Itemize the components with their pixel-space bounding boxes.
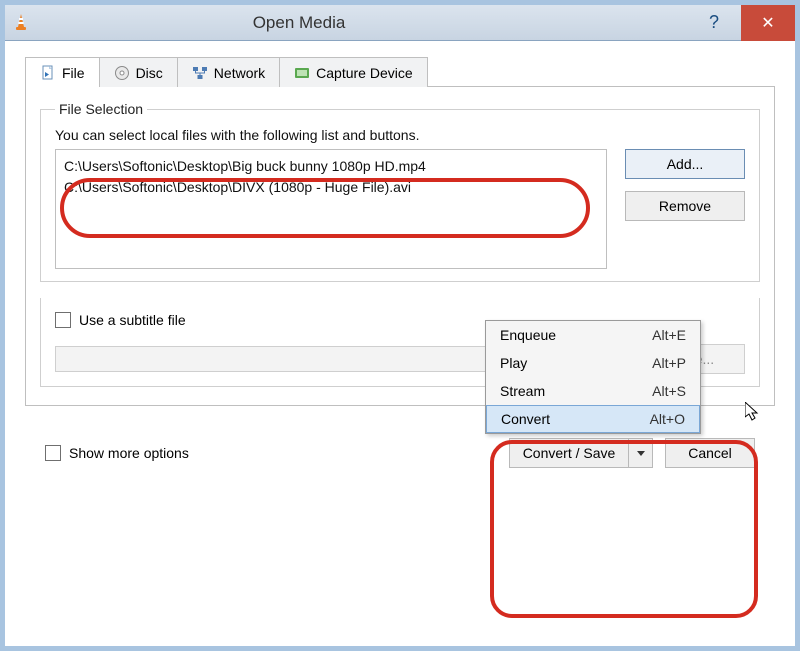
menu-item-convert[interactable]: Convert Alt+O xyxy=(486,405,700,433)
convert-save-button[interactable]: Convert / Save xyxy=(509,438,629,468)
cancel-button[interactable]: Cancel xyxy=(665,438,755,468)
chevron-down-icon xyxy=(637,451,645,456)
close-button[interactable]: ✕ xyxy=(741,5,795,41)
tab-network[interactable]: Network xyxy=(177,57,280,87)
split-button-arrow[interactable] xyxy=(629,438,653,468)
tab-label: Disc xyxy=(136,65,163,81)
group-file-selection: File Selection You can select local file… xyxy=(40,101,760,282)
tabstrip: File Disc Network Capture Device xyxy=(25,57,775,87)
tab-disc[interactable]: Disc xyxy=(99,57,178,87)
file-list-item[interactable]: C:\Users\Softonic\Desktop\Big buck bunny… xyxy=(64,156,598,177)
checkbox-label: Show more options xyxy=(69,445,189,461)
checkbox-icon xyxy=(55,312,71,328)
menu-item-label: Enqueue xyxy=(500,327,556,343)
menu-item-label: Convert xyxy=(501,411,550,427)
dialog-body: File Disc Network Capture Device xyxy=(5,41,795,646)
checkbox-icon xyxy=(45,445,61,461)
menu-item-stream[interactable]: Stream Alt+S xyxy=(486,377,700,405)
tab-label: File xyxy=(62,65,85,81)
checkbox-label: Use a subtitle file xyxy=(79,312,186,328)
menu-item-shortcut: Alt+E xyxy=(652,327,686,343)
network-icon xyxy=(192,65,208,81)
show-more-options-checkbox[interactable]: Show more options xyxy=(45,445,189,461)
convert-save-menu: Enqueue Alt+E Play Alt+P Stream Alt+S Co… xyxy=(485,320,701,434)
add-button[interactable]: Add... xyxy=(625,149,745,179)
menu-item-shortcut: Alt+P xyxy=(652,355,686,371)
convert-save-split-button[interactable]: Convert / Save xyxy=(509,438,653,468)
menu-item-enqueue[interactable]: Enqueue Alt+E xyxy=(486,321,700,349)
tab-file[interactable]: File xyxy=(25,57,100,87)
capture-icon xyxy=(294,65,310,81)
tab-capture-device[interactable]: Capture Device xyxy=(279,57,428,87)
menu-item-shortcut: Alt+O xyxy=(650,411,685,427)
menu-item-label: Play xyxy=(500,355,527,371)
menu-item-play[interactable]: Play Alt+P xyxy=(486,349,700,377)
action-buttons: Enqueue Alt+E Play Alt+P Stream Alt+S Co… xyxy=(509,438,755,468)
file-selection-instruction: You can select local files with the foll… xyxy=(55,127,745,143)
menu-item-label: Stream xyxy=(500,383,545,399)
file-list[interactable]: C:\Users\Softonic\Desktop\Big buck bunny… xyxy=(55,149,607,269)
dialog-bottom-row: Show more options Enqueue Alt+E Play Alt… xyxy=(25,438,775,468)
open-media-dialog: Open Media ? ✕ File Disc Net xyxy=(0,0,800,651)
dialog-title: Open Media xyxy=(0,13,687,33)
group-legend: File Selection xyxy=(55,101,147,117)
help-button[interactable]: ? xyxy=(687,5,741,41)
file-list-item[interactable]: C:\Users\Softonic\Desktop\DIVX (1080p - … xyxy=(64,177,598,198)
menu-item-shortcut: Alt+S xyxy=(652,383,686,399)
remove-button[interactable]: Remove xyxy=(625,191,745,221)
disc-icon xyxy=(114,65,130,81)
titlebar: Open Media ? ✕ xyxy=(5,5,795,41)
tab-label: Network xyxy=(214,65,265,81)
file-icon xyxy=(40,65,56,81)
tab-label: Capture Device xyxy=(316,65,413,81)
